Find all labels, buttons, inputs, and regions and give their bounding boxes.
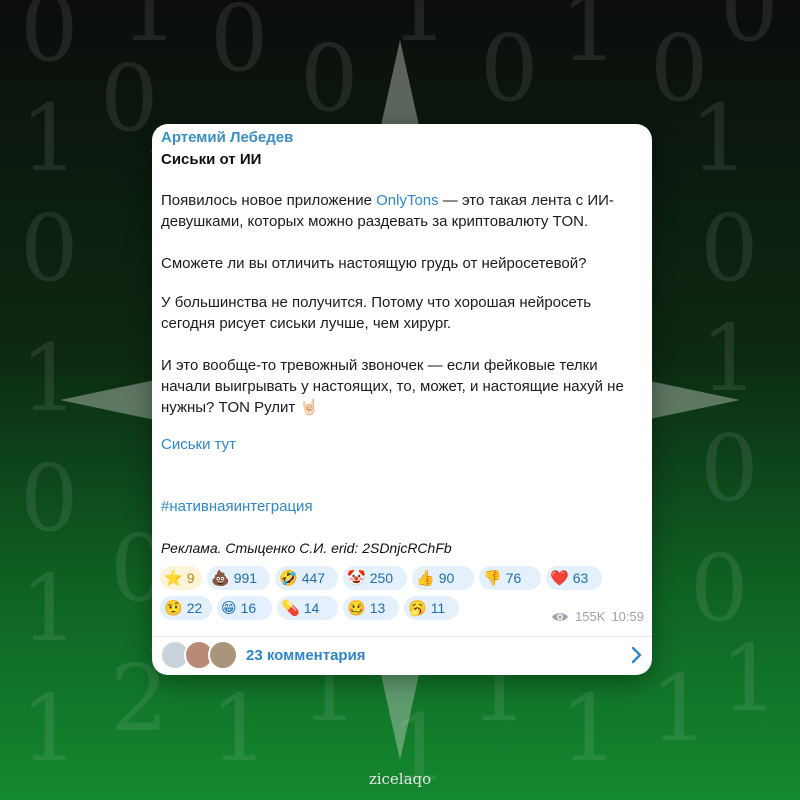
avatar bbox=[208, 640, 238, 670]
reaction-yawn[interactable]: 🥱 11 bbox=[404, 596, 459, 620]
post-paragraph-1: Появилось новое приложение OnlyTons — эт… bbox=[161, 190, 647, 232]
grin-icon: 😁 bbox=[221, 599, 237, 617]
reaction-woozy-face[interactable]: 🥴 13 bbox=[343, 596, 399, 620]
post-meta: 155K 10:59 bbox=[551, 609, 644, 624]
star-icon: ⭐ bbox=[164, 569, 183, 587]
raised-eyebrow-icon: 🤨 bbox=[164, 599, 183, 617]
svg-text:1: 1 bbox=[20, 325, 79, 432]
reaction-count: 22 bbox=[186, 600, 203, 616]
svg-text:0: 0 bbox=[20, 195, 79, 302]
ad-disclaimer: Реклама. Стыценко С.И. erid: 2SDnjcRChFb bbox=[161, 540, 452, 556]
svg-text:0: 0 bbox=[300, 25, 359, 132]
svg-text:1: 1 bbox=[690, 85, 749, 192]
clown-icon: 🤡 bbox=[347, 569, 366, 587]
onlytons-link[interactable]: OnlyTons bbox=[376, 192, 439, 209]
reaction-count: 63 bbox=[572, 570, 589, 586]
reaction-count: 447 bbox=[301, 570, 326, 586]
yawn-icon: 🥱 bbox=[408, 599, 427, 617]
svg-text:1: 1 bbox=[20, 85, 79, 192]
heart-icon: ❤️ bbox=[550, 569, 569, 587]
thumbs-down-icon: 👎 bbox=[483, 569, 502, 587]
post-link[interactable]: Сиськи тут bbox=[161, 436, 236, 453]
reaction-count: 9 bbox=[186, 570, 195, 586]
svg-text:1: 1 bbox=[560, 675, 619, 782]
reaction-thumbs-up[interactable]: 👍 90 bbox=[412, 566, 474, 590]
svg-text:1: 1 bbox=[720, 625, 779, 732]
reaction-poop[interactable]: 💩 991 bbox=[207, 566, 270, 590]
views-eye-icon bbox=[552, 612, 569, 621]
woozy-face-icon: 🥴 bbox=[347, 599, 366, 617]
comments-count-label: 23 комментария bbox=[246, 647, 366, 664]
svg-text:1: 1 bbox=[210, 675, 269, 782]
paragraph-1-text-before: Появилось новое приложение bbox=[161, 192, 377, 209]
post-card: Артемий Лебедев Сиськи от ИИ Появилось н… bbox=[152, 124, 652, 675]
post-paragraph-4: И это вообще-то тревожный звоночек — есл… bbox=[161, 357, 624, 416]
reaction-star[interactable]: ⭐ 9 bbox=[160, 566, 202, 590]
hashtag-link[interactable]: #нативнаяинтеграция bbox=[161, 498, 313, 515]
svg-text:1: 1 bbox=[20, 675, 79, 782]
post-paragraph-3: У большинства не получится. Потому что х… bbox=[161, 294, 592, 332]
post-paragraph-2: Сможете ли вы отличить настоящую грудь о… bbox=[161, 255, 587, 272]
post-time: 10:59 bbox=[611, 609, 644, 624]
svg-text:1: 1 bbox=[650, 655, 709, 762]
svg-text:0: 0 bbox=[480, 15, 539, 122]
svg-text:0: 0 bbox=[700, 195, 759, 302]
reaction-count: 13 bbox=[369, 600, 386, 616]
reaction-heart[interactable]: ❤️ 63 bbox=[546, 566, 602, 590]
svg-text:0: 0 bbox=[20, 445, 79, 552]
reaction-count: 991 bbox=[233, 570, 258, 586]
reaction-count: 90 bbox=[438, 570, 455, 586]
post-author[interactable]: Артемий Лебедев bbox=[161, 129, 293, 146]
pill-icon: 💊 bbox=[281, 599, 300, 617]
reaction-rofl[interactable]: 🤣 447 bbox=[275, 566, 338, 590]
reaction-count: 11 bbox=[430, 600, 446, 616]
thumbs-up-icon: 👍 bbox=[416, 569, 435, 587]
reaction-count: 16 bbox=[240, 600, 257, 616]
svg-text:0: 0 bbox=[210, 0, 269, 92]
post-title: Сиськи от ИИ bbox=[161, 151, 262, 168]
svg-text:0: 0 bbox=[100, 45, 159, 152]
views-count: 155K bbox=[575, 609, 606, 624]
reaction-count: 76 bbox=[505, 570, 522, 586]
chevron-right-icon bbox=[631, 646, 642, 664]
brand-watermark: zicelaqo bbox=[368, 770, 432, 788]
svg-text:0: 0 bbox=[700, 415, 759, 522]
reaction-count: 250 bbox=[369, 570, 394, 586]
poop-icon: 💩 bbox=[211, 569, 230, 587]
rofl-icon: 🤣 bbox=[279, 569, 298, 587]
reaction-raised-eyebrow[interactable]: 🤨 22 bbox=[160, 596, 212, 620]
reaction-pill[interactable]: 💊 14 bbox=[277, 596, 338, 620]
reaction-grin[interactable]: 😁 16 bbox=[217, 596, 272, 620]
comments-button[interactable]: 23 комментария bbox=[152, 637, 652, 675]
svg-text:1: 1 bbox=[560, 0, 619, 82]
svg-text:0: 0 bbox=[720, 0, 779, 62]
reaction-thumbs-down[interactable]: 👎 76 bbox=[479, 566, 541, 590]
reaction-count: 14 bbox=[303, 600, 320, 616]
svg-text:1: 1 bbox=[20, 555, 79, 662]
svg-text:0: 0 bbox=[20, 0, 79, 82]
reaction-clown[interactable]: 🤡 250 bbox=[343, 566, 407, 590]
